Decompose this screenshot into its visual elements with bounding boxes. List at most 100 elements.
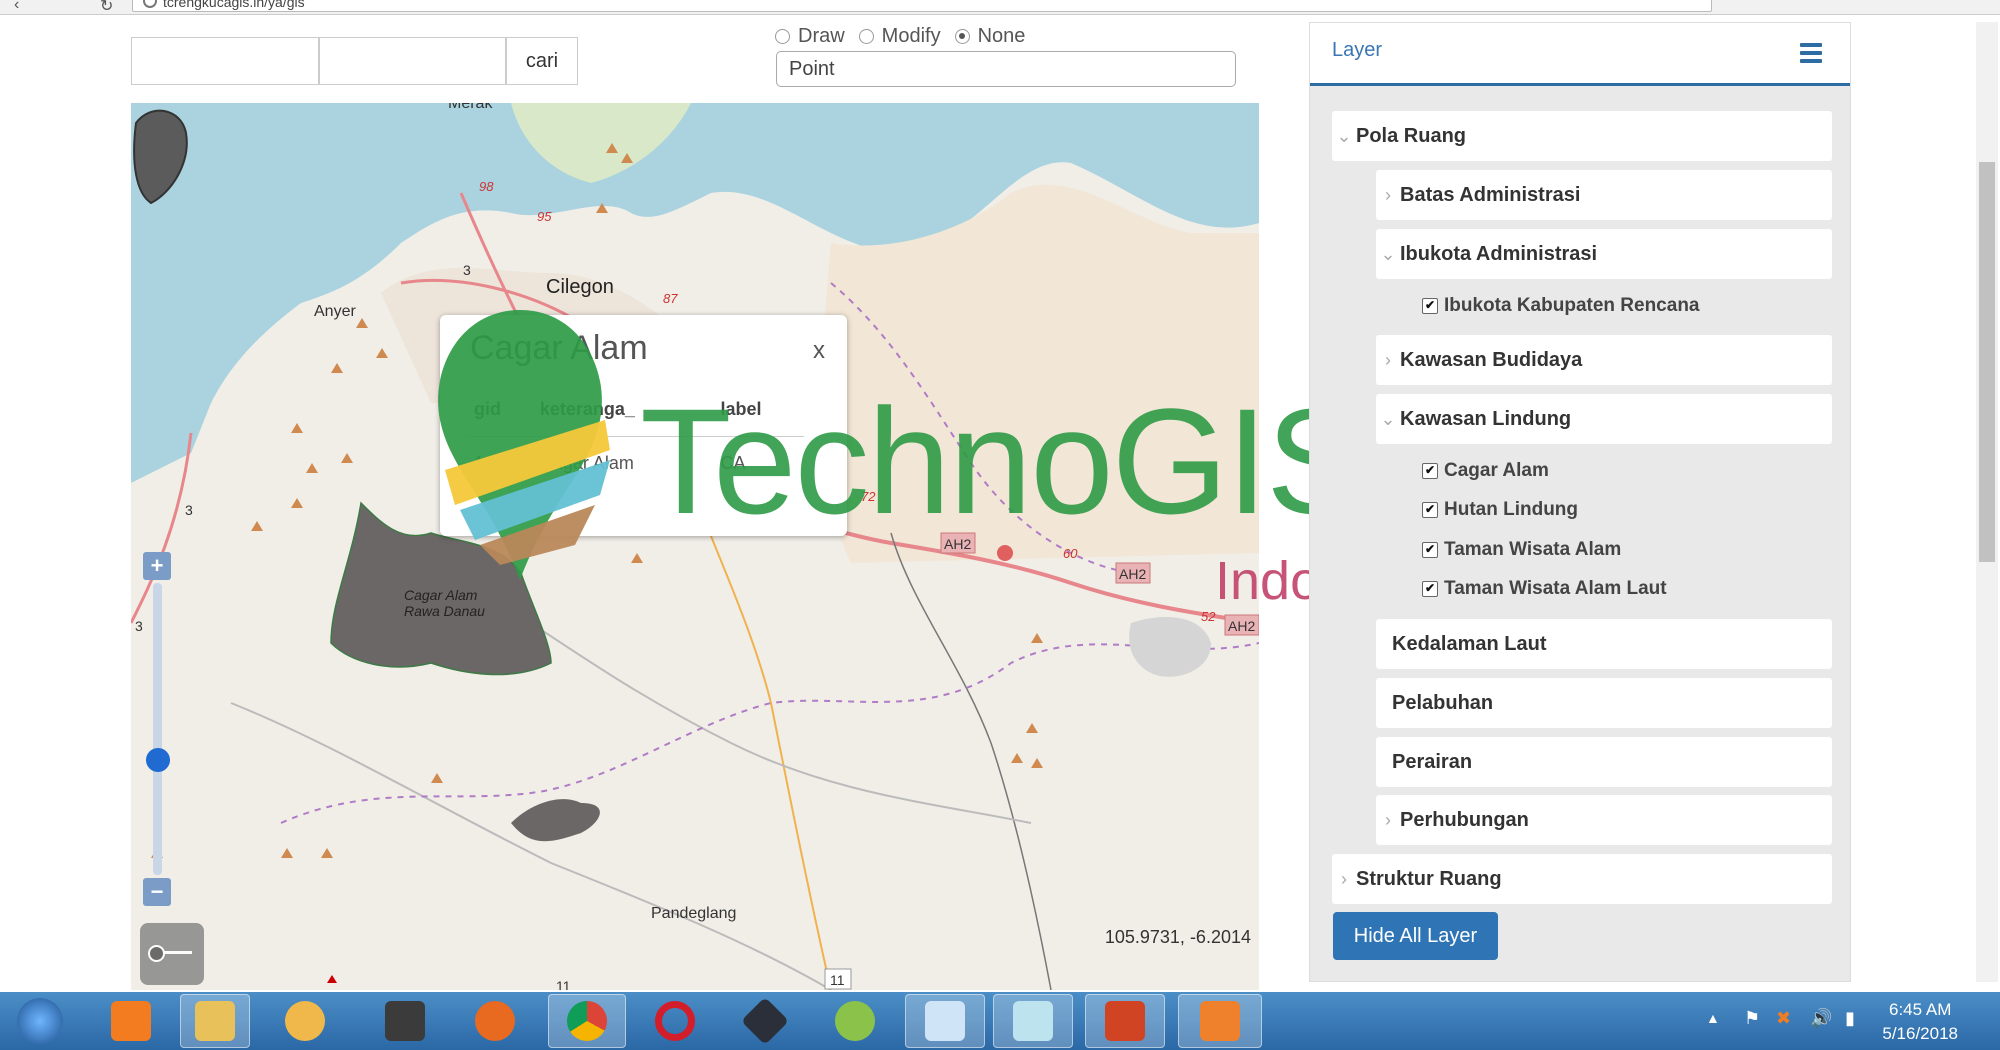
flag-icon[interactable]: ⚑ bbox=[1744, 1008, 1760, 1029]
road-95: 95 bbox=[537, 209, 552, 224]
reload-icon[interactable]: ↻ bbox=[100, 0, 113, 16]
chevron-right-icon: › bbox=[1385, 349, 1391, 370]
road-98: 98 bbox=[479, 179, 494, 194]
hide-all-layer-button[interactable]: Hide All Layer bbox=[1333, 912, 1498, 960]
powerpoint-icon bbox=[1105, 1001, 1145, 1041]
column-header: keteranga_ bbox=[533, 393, 715, 437]
taskbar-opera[interactable] bbox=[640, 994, 710, 1048]
folder-icon bbox=[195, 1001, 235, 1041]
windows-logo-icon bbox=[17, 998, 63, 1044]
road-60: 60 bbox=[1063, 546, 1078, 561]
opera-icon bbox=[655, 1001, 695, 1041]
info-icon bbox=[143, 0, 157, 8]
chevron-down-icon: ⌄ bbox=[1380, 243, 1396, 264]
taskbar-chrome[interactable] bbox=[548, 994, 626, 1048]
windows-taskbar: ▲ ⚑ ✖ 🔊 ▮ 6:45 AM 5/16/2018 bbox=[0, 992, 2000, 1050]
checkbox-checked-icon[interactable]: ✔ bbox=[1422, 502, 1438, 518]
firefox-icon bbox=[475, 1001, 515, 1041]
popup-title: Cagar Alam bbox=[470, 329, 648, 367]
battery-icon[interactable]: ▮ bbox=[1845, 1008, 1855, 1029]
address-bar[interactable]: tcrengkucagis.in/ya/gis bbox=[132, 0, 1712, 12]
scrollbar-thumb[interactable] bbox=[1979, 162, 1995, 562]
basemap: Merak Cilegon Anyer Pandeglang Cagar Ala… bbox=[131, 103, 1259, 990]
taskbar-pdf-reader[interactable] bbox=[1178, 994, 1262, 1048]
road-3a: 3 bbox=[463, 262, 471, 278]
page-scrollbar[interactable] bbox=[1976, 22, 1998, 982]
layer-checkbox-taman-wisata-alam-laut[interactable]: ✔ Taman Wisata Alam Laut bbox=[1422, 578, 1667, 600]
chevron-right-icon: › bbox=[1341, 868, 1347, 889]
taskbar-clock[interactable]: 6:45 AM 5/16/2018 bbox=[1882, 998, 1958, 1046]
taskbar-snipping-tool[interactable] bbox=[905, 994, 985, 1048]
search-button[interactable]: cari bbox=[506, 37, 578, 85]
road-3b: 3 bbox=[185, 502, 193, 518]
taskbar-powerpoint[interactable] bbox=[1085, 994, 1165, 1048]
layer-group-ibukota-administrasi[interactable]: ⌄ Ibukota Administrasi bbox=[1376, 229, 1832, 279]
checkbox-checked-icon[interactable]: ✔ bbox=[1422, 581, 1438, 597]
layer-group-kawasan-budidaya[interactable]: › Kawasan Budidaya bbox=[1376, 335, 1832, 385]
zoom-out-button[interactable]: − bbox=[143, 878, 171, 906]
label-anyer: Anyer bbox=[314, 303, 356, 320]
road-ah2-b: AH2 bbox=[1119, 566, 1146, 582]
draw-radio[interactable]: Draw bbox=[775, 25, 845, 48]
clock-date: 5/16/2018 bbox=[1882, 1024, 1958, 1043]
table-cell: CA bbox=[720, 453, 746, 473]
layer-group-kedalaman-laut[interactable]: Kedalaman Laut bbox=[1376, 619, 1832, 669]
checkbox-checked-icon[interactable]: ✔ bbox=[1422, 463, 1438, 479]
speaker-icon[interactable]: 🔊 bbox=[1810, 1008, 1832, 1029]
layer-group-perairan[interactable]: Perairan bbox=[1376, 737, 1832, 787]
road-3c: 3 bbox=[135, 618, 143, 634]
xampp-tray-icon[interactable]: ✖ bbox=[1776, 1008, 1791, 1029]
pdf-icon bbox=[1200, 1001, 1240, 1041]
url-text: tcrengkucagis.in/ya/gis bbox=[163, 0, 305, 10]
modify-radio[interactable]: Modify bbox=[858, 25, 941, 48]
layer-panel: Layer ⌄ Pola Ruang › Batas Administrasi ⌄ I… bbox=[1309, 22, 1851, 982]
table-row: 1 Cagar Alam CA bbox=[468, 437, 804, 491]
layer-group-kawasan-lindung[interactable]: ⌄ Kawasan Lindung bbox=[1376, 394, 1832, 444]
rotate-control[interactable] bbox=[140, 923, 204, 985]
layer-checkbox-hutan-lindung[interactable]: ✔ Hutan Lindung bbox=[1422, 499, 1578, 521]
search-input-1[interactable] bbox=[131, 37, 319, 85]
taskbar-android-studio[interactable] bbox=[820, 994, 890, 1048]
zoom-in-button[interactable]: + bbox=[143, 552, 171, 580]
layer-group-perhubungan[interactable]: › Perhubungan bbox=[1376, 795, 1832, 845]
scissors-icon bbox=[925, 1001, 965, 1041]
menu-icon[interactable] bbox=[1800, 43, 1822, 67]
layer-group-pelabuhan[interactable]: Pelabuhan bbox=[1376, 678, 1832, 728]
show-hidden-icons-icon[interactable]: ▲ bbox=[1706, 1010, 1720, 1026]
layer-group-batas-administrasi[interactable]: › Batas Administrasi bbox=[1376, 170, 1832, 220]
map-view[interactable]: Merak Cilegon Anyer Pandeglang Cagar Ala… bbox=[131, 103, 1259, 990]
zoom-slider-handle[interactable] bbox=[146, 748, 170, 772]
geometry-type-select[interactable]: Point bbox=[776, 51, 1236, 87]
label-pandeglang: Pandeglang bbox=[651, 905, 736, 922]
taskbar-firefox[interactable] bbox=[460, 994, 530, 1048]
popup-close-button[interactable]: x bbox=[813, 337, 825, 365]
feature-popup: Cagar Alam x gid keteranga_ label 1 Caga… bbox=[440, 315, 847, 536]
taskbar-nox[interactable] bbox=[730, 994, 800, 1048]
road-52: 52 bbox=[1201, 609, 1216, 624]
layer-group-pola-ruang[interactable]: ⌄ Pola Ruang bbox=[1332, 111, 1832, 161]
search-input-2[interactable] bbox=[319, 37, 506, 85]
android-studio-icon bbox=[835, 1001, 875, 1041]
taskbar-notepad[interactable] bbox=[993, 994, 1073, 1048]
table-cell: Cagar Alam bbox=[539, 453, 634, 473]
label-merak: Merak bbox=[448, 103, 493, 112]
layer-checkbox-taman-wisata-alam[interactable]: ✔ Taman Wisata Alam bbox=[1422, 539, 1621, 561]
start-button[interactable] bbox=[4, 994, 76, 1048]
layer-checkbox-cagar-alam[interactable]: ✔ Cagar Alam bbox=[1422, 460, 1549, 482]
column-header: gid bbox=[468, 393, 534, 437]
taskbar-file-explorer[interactable] bbox=[180, 994, 250, 1048]
rotate-icon bbox=[148, 945, 165, 962]
taskbar-sublime[interactable] bbox=[370, 994, 440, 1048]
label-rawa-danau: Rawa Danau bbox=[404, 603, 485, 619]
taskbar-xampp[interactable] bbox=[96, 994, 166, 1048]
layer-checkbox-ibukota-kabupaten-rencana[interactable]: ✔ Ibukota Kabupaten Rencana bbox=[1422, 295, 1700, 317]
zoom-slider-track[interactable] bbox=[153, 583, 162, 875]
taskbar-media-player[interactable] bbox=[270, 994, 340, 1048]
xampp-icon bbox=[111, 1001, 151, 1041]
road-11a: 11 bbox=[830, 972, 845, 988]
none-radio[interactable]: None bbox=[954, 25, 1025, 48]
checkbox-checked-icon[interactable]: ✔ bbox=[1422, 298, 1438, 314]
layer-group-struktur-ruang[interactable]: › Struktur Ruang bbox=[1332, 854, 1832, 904]
checkbox-checked-icon[interactable]: ✔ bbox=[1422, 542, 1438, 558]
back-icon[interactable]: ‹ bbox=[14, 0, 19, 14]
